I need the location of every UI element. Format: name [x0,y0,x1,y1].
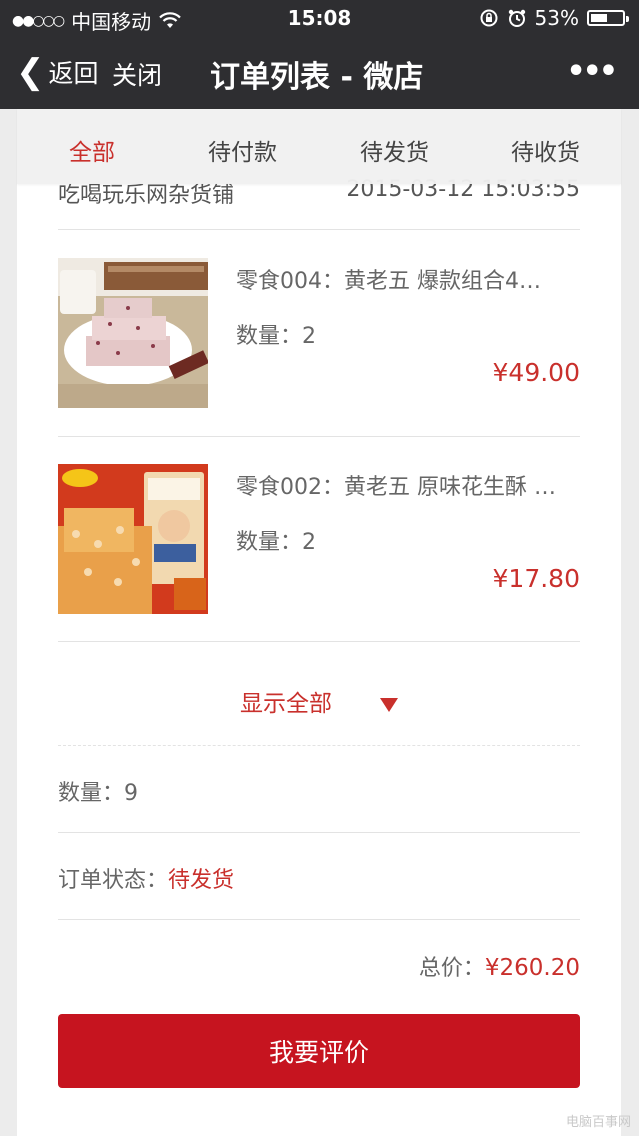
divider [58,641,580,642]
status-bar: ●●○○○ 中国移动 15:08 53% [0,0,639,36]
back-label: 返回 [48,59,99,88]
more-menu-button[interactable]: ••• [566,54,618,89]
order-status-value: 待发货 [168,868,235,893]
divider [58,919,580,920]
product-price: ¥17.80 [492,564,580,593]
rotation-lock-icon [480,9,498,27]
divider [58,229,580,230]
total-quantity: 数量：9 [58,781,138,806]
page-title: 订单列表 - 微店 [210,60,424,95]
total-label: 总价： [418,956,485,981]
rice-crisp-photo [58,258,208,408]
show-all-button[interactable]: 显示全部 [58,684,580,718]
order-item[interactable]: 零食004：黄老五 爆款组合4… 数量：2 ¥49.00 [58,258,580,418]
product-name: 零食002：黄老五 原味花生酥 … [236,475,556,500]
order-tabs: 全部 待付款 待发货 待收货 [17,109,621,184]
triangle-down-icon [380,697,398,712]
show-all-label: 显示全部 [240,691,332,717]
tab-pending-receipt[interactable]: 待收货 [511,133,580,167]
product-quantity: 数量：2 [236,324,316,349]
order-status: 订单状态：待发货 [58,862,580,894]
tab-pending-payment[interactable]: 待付款 [208,133,277,167]
tab-pending-shipment[interactable]: 待发货 [360,133,429,167]
order-card: 吃喝玩乐网杂货铺 2015-03-12 15:03:55 零食004：黄老五 爆… [17,109,621,1136]
product-name: 零食004：黄老五 爆款组合4… [236,269,541,294]
review-button[interactable]: 我要评价 [58,1014,580,1088]
divider [58,832,580,833]
alarm-icon [508,9,525,27]
product-price: ¥49.00 [492,358,580,387]
battery-icon [587,10,629,26]
battery-percent: 53% [534,6,579,30]
order-item[interactable]: 零食002：黄老五 原味花生酥 … 数量：2 ¥17.80 [58,464,580,624]
dashed-divider [58,745,580,746]
product-image [58,464,208,614]
peanut-brittle-photo [58,464,208,614]
product-quantity: 数量：2 [236,530,316,555]
order-status-label: 订单状态： [58,868,169,893]
total-value: ¥260.20 [484,955,580,981]
nav-bar: ❮ 返回 关闭 订单列表 - 微店 ••• [0,36,639,109]
divider [58,436,580,437]
order-total: 总价：¥260.20 [58,950,580,982]
close-button[interactable]: 关闭 [112,56,162,92]
chevron-left-icon: ❮ [16,52,45,92]
top-bar: ●●○○○ 中国移动 15:08 53% ❮ 返回 关闭 订单列表 - 微店 •… [0,0,639,109]
watermark: 电脑百事网 [565,1115,631,1130]
tab-all[interactable]: 全部 [69,133,115,167]
back-button[interactable]: ❮ 返回 [16,54,99,90]
product-image [58,258,208,408]
